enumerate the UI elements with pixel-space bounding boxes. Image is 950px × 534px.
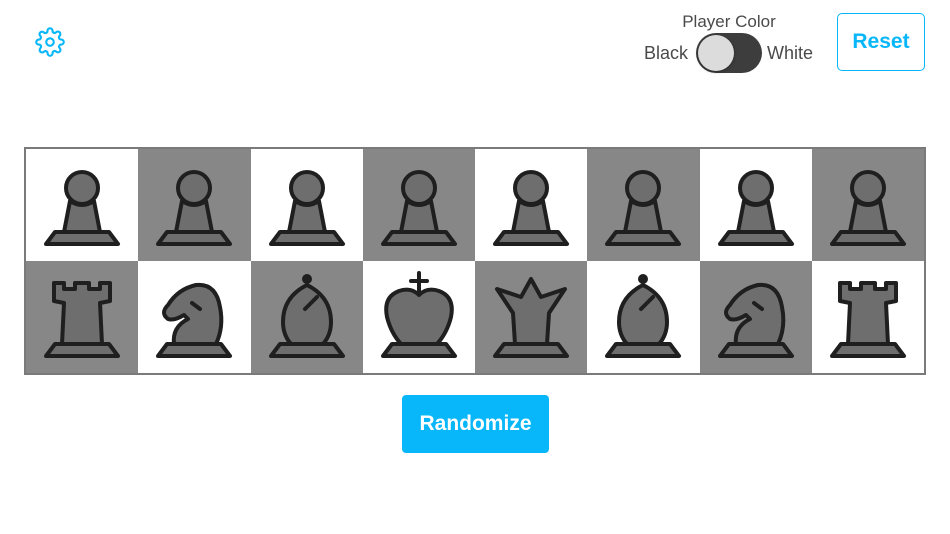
player-color-white-label: White <box>767 43 814 63</box>
board-square[interactable] <box>587 149 700 261</box>
player-color-black-label: Black <box>644 43 689 63</box>
board-square[interactable] <box>26 149 139 261</box>
board-square[interactable] <box>250 149 363 261</box>
board-square[interactable] <box>138 261 251 373</box>
rook-piece[interactable] <box>32 267 132 367</box>
player-color-control: Player Color Black White <box>640 12 820 76</box>
board-square[interactable] <box>26 261 139 373</box>
board-square[interactable] <box>475 149 588 261</box>
queen-piece[interactable] <box>481 267 581 367</box>
knight-piece[interactable] <box>144 267 244 367</box>
rook-piece[interactable] <box>818 267 918 367</box>
knight-piece[interactable] <box>706 267 806 367</box>
chess-board <box>24 147 926 375</box>
pawn-piece[interactable] <box>706 155 806 255</box>
pawn-piece[interactable] <box>369 155 469 255</box>
bishop-piece[interactable] <box>257 267 357 367</box>
pawn-piece[interactable] <box>144 155 244 255</box>
board-square[interactable] <box>138 149 251 261</box>
player-color-title: Player Color <box>682 12 776 31</box>
board-square[interactable] <box>699 149 812 261</box>
gear-icon <box>35 27 65 57</box>
toggle-knob <box>698 35 734 71</box>
board-rank-1 <box>26 149 924 261</box>
board-square[interactable] <box>475 261 588 373</box>
board-square[interactable] <box>587 261 700 373</box>
board-square[interactable] <box>362 149 475 261</box>
board-square[interactable] <box>811 149 924 261</box>
pawn-piece[interactable] <box>593 155 693 255</box>
pawn-piece[interactable] <box>481 155 581 255</box>
randomize-button[interactable]: Randomize <box>402 395 549 453</box>
pawn-piece[interactable] <box>32 155 132 255</box>
board-square[interactable] <box>362 261 475 373</box>
reset-button[interactable]: Reset <box>837 13 925 71</box>
pawn-piece[interactable] <box>257 155 357 255</box>
pawn-piece[interactable] <box>818 155 918 255</box>
board-square[interactable] <box>250 261 363 373</box>
settings-button[interactable] <box>26 16 74 68</box>
board-rank-2 <box>26 261 924 373</box>
board-square[interactable] <box>811 261 924 373</box>
bishop-piece[interactable] <box>593 267 693 367</box>
board-square[interactable] <box>699 261 812 373</box>
player-color-toggle[interactable] <box>696 33 762 73</box>
king-piece[interactable] <box>369 267 469 367</box>
